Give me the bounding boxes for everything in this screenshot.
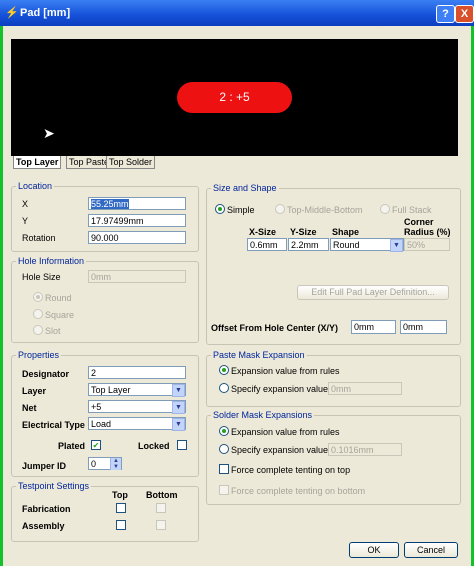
simple-label: Simple — [227, 205, 255, 215]
close-icon[interactable]: X — [455, 5, 474, 23]
offset-y-input[interactable]: 0mm — [400, 320, 447, 334]
title-bar[interactable] — [0, 0, 474, 26]
tab-top-layer[interactable]: Top Layer — [13, 156, 62, 169]
corner-input[interactable]: 50% — [404, 238, 450, 251]
chevron-down-icon[interactable]: ▼ — [172, 384, 185, 397]
x-input[interactable]: 55.25mm — [88, 197, 186, 210]
force-top-checkbox[interactable] — [219, 464, 229, 474]
x-label: X — [22, 199, 29, 209]
testpoint-title: Testpoint Settings — [16, 481, 92, 491]
solder-mask-title: Solder Mask Expansions — [211, 410, 315, 420]
paste-rules-label: Expansion value from rules — [231, 366, 340, 376]
chevron-down-icon[interactable]: ▼ — [172, 418, 185, 431]
assembly-label: Assembly — [22, 521, 65, 531]
electrical-select[interactable]: Load ▼ — [88, 417, 186, 431]
simple-radio[interactable] — [215, 204, 225, 214]
net-label: Net — [22, 403, 37, 413]
designator-input[interactable]: 2 — [88, 366, 186, 379]
jumper-input[interactable]: 0 ▲ ▼ — [88, 457, 122, 470]
fabrication-label: Fabrication — [22, 504, 71, 514]
size-shape-title: Size and Shape — [211, 183, 279, 193]
force-bottom-label: Force complete tenting on bottom — [231, 486, 366, 496]
layer-label: Layer — [22, 386, 47, 396]
cancel-button[interactable]: Cancel — [404, 542, 458, 558]
square-label: Square — [45, 310, 75, 320]
col-corner: Corner Radius (%) — [404, 217, 451, 237]
help-icon[interactable]: ? — [436, 5, 455, 23]
jumper-value: 0 — [91, 459, 97, 469]
xsize-input[interactable]: 0.6mm — [247, 238, 287, 251]
offset-x-input[interactable]: 0mm — [351, 320, 396, 334]
col-ysize: Y-Size — [290, 227, 317, 237]
offset-label: Offset From Hole Center (X/Y) — [211, 323, 339, 333]
y-input[interactable]: 17.97499mm — [88, 214, 186, 227]
ysize-input[interactable]: 2.2mm — [288, 238, 329, 251]
chevron-down-icon[interactable]: ▼ — [390, 239, 403, 252]
round-radio[interactable] — [33, 292, 43, 302]
paste-specify-radio[interactable] — [219, 383, 229, 393]
square-radio[interactable] — [33, 309, 43, 319]
electrical-value: Load — [91, 419, 112, 429]
full-stack-radio[interactable] — [380, 204, 390, 214]
full-stack-label: Full Stack — [392, 205, 432, 215]
rotation-input[interactable]: 90.000 — [88, 231, 186, 244]
paste-specify-label: Specify expansion value — [231, 384, 329, 394]
hole-size-label: Hole Size — [22, 272, 61, 282]
plated-label: Plated — [58, 441, 86, 451]
solder-specify-input[interactable]: 0.1016mm — [328, 443, 402, 456]
fabrication-top-checkbox[interactable] — [116, 503, 126, 513]
location-title: Location — [16, 181, 55, 191]
x-value: 55.25mm — [91, 199, 129, 209]
solder-specify-radio[interactable] — [219, 444, 229, 454]
electrical-label: Electrical Type — [22, 420, 85, 430]
paste-mask-title: Paste Mask Expansion — [211, 350, 307, 360]
col-shape: Shape — [332, 227, 360, 237]
spinner-arrows-icon[interactable]: ▲ ▼ — [110, 458, 121, 470]
testpoint-top-label: Top — [112, 490, 128, 500]
testpoint-bottom-label: Bottom — [146, 490, 178, 500]
pad-label: 2 : +5 — [219, 90, 250, 104]
jumper-label: Jumper ID — [22, 461, 67, 471]
window-title: Pad [mm] — [20, 7, 71, 19]
layer-value: Top Layer — [91, 385, 131, 395]
locked-label: Locked — [138, 441, 170, 451]
force-bottom-checkbox[interactable] — [219, 485, 229, 495]
solder-rules-radio[interactable] — [219, 426, 229, 436]
hole-size-input[interactable]: 0mm — [88, 270, 186, 283]
paste-specify-input[interactable]: 0mm — [328, 382, 402, 395]
slot-radio[interactable] — [33, 325, 43, 335]
net-value: +5 — [91, 402, 102, 412]
assembly-top-checkbox[interactable] — [116, 520, 126, 530]
tmb-radio[interactable] — [275, 204, 285, 214]
ok-button[interactable]: OK — [349, 542, 399, 558]
paste-mask-group — [206, 355, 461, 407]
plated-checkbox[interactable]: ✔ — [91, 440, 101, 450]
chevron-down-icon[interactable]: ▼ — [172, 401, 185, 414]
slot-label: Slot — [45, 326, 61, 336]
round-label: Round — [45, 293, 72, 303]
col-xsize: X-Size — [249, 227, 277, 237]
locked-checkbox[interactable] — [177, 440, 187, 450]
tab-top-solder[interactable]: Top Solder — [106, 156, 156, 169]
force-top-label: Force complete tenting on top — [231, 465, 351, 475]
y-label: Y — [22, 216, 29, 226]
designator-label: Designator — [22, 369, 70, 379]
layer-select[interactable]: Top Layer ▼ — [88, 383, 186, 397]
solder-specify-label: Specify expansion value — [231, 445, 329, 455]
rotation-label: Rotation — [22, 233, 56, 243]
cursor-icon: ➤ — [43, 125, 55, 141]
edit-full-pad-button[interactable]: Edit Full Pad Layer Definition... — [297, 285, 449, 300]
shape-select[interactable]: Round ▼ — [330, 238, 404, 252]
shape-value: Round — [333, 240, 360, 250]
tmb-label: Top-Middle-Bottom — [287, 205, 363, 215]
net-select[interactable]: +5 ▼ — [88, 400, 186, 414]
paste-rules-radio[interactable] — [219, 365, 229, 375]
properties-title: Properties — [16, 350, 62, 360]
assembly-bottom-checkbox[interactable] — [156, 520, 166, 530]
solder-rules-label: Expansion value from rules — [231, 427, 340, 437]
fabrication-bottom-checkbox[interactable] — [156, 503, 166, 513]
pad-app-icon: ⚡ — [5, 7, 19, 19]
hole-title: Hole Information — [16, 256, 87, 266]
